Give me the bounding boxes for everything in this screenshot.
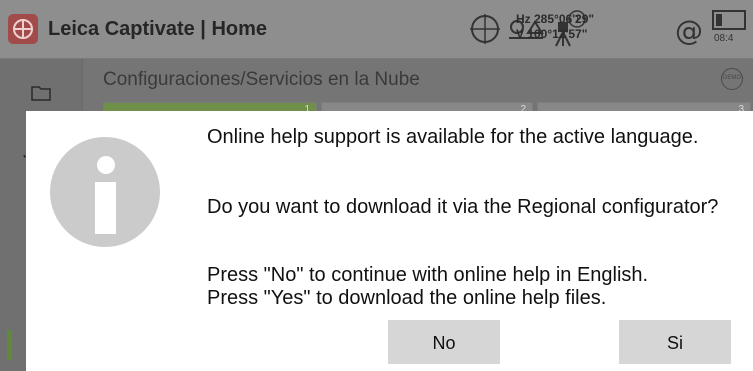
app-title: Leica Captivate | Home [48, 18, 268, 40]
no-button[interactable]: No [388, 320, 500, 364]
title-bar: Leica Captivate | Home 1 Hz 285°06'29" V… [0, 0, 753, 59]
leica-logo-icon[interactable] [8, 14, 38, 44]
demo-icon[interactable]: DEMO [721, 68, 743, 90]
online-help-dialog: Online help support is available for the… [26, 111, 753, 371]
dialog-message-line4: Press "Yes" to download the online help … [207, 287, 607, 309]
battery-icon [712, 10, 746, 30]
v-angle: V 100°12'57" [516, 27, 588, 41]
dialog-message-line1: Online help support is available for the… [207, 126, 699, 148]
target-icon[interactable] [468, 12, 502, 46]
hz-angle: Hz 285°06'29" [516, 12, 595, 26]
at-icon[interactable]: @ [675, 14, 703, 47]
folder-icon [31, 86, 51, 101]
yes-button[interactable]: Si [619, 320, 731, 364]
dialog-message-line3: Press "No" to continue with online help … [207, 264, 649, 286]
angle-readout: Hz 285°06'29" V 100°12'57" [516, 12, 594, 42]
clock: 08:4 [714, 33, 734, 44]
status-strip [7, 330, 12, 360]
breadcrumb: Configuraciones/Servicios en la Nube [103, 69, 420, 90]
dialog-message-line2: Do you want to download it via the Regio… [207, 196, 719, 218]
info-icon [50, 137, 160, 247]
